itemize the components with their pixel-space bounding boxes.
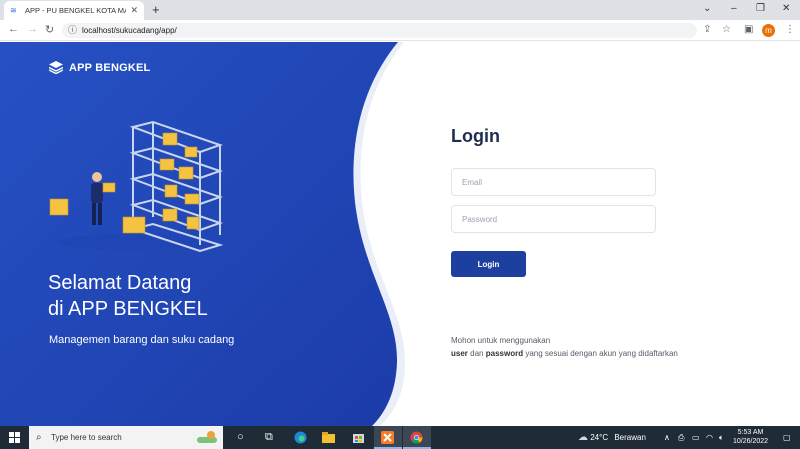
weather-desc: Berawan xyxy=(614,433,646,442)
browser-toolbar: ← → ↻ ⓘ localhost/sukucadang/app/ ⇪ ☆ ▣ … xyxy=(0,20,800,41)
cloud-icon: ☁ xyxy=(578,432,588,443)
login-page: APP BENGKEL Selamat Datang di APP BENGKE… xyxy=(0,42,800,426)
layers-icon xyxy=(49,61,63,74)
search-placeholder: Type here to search xyxy=(51,433,122,442)
note-and: dan xyxy=(470,349,484,358)
note-line-1: Mohon untuk menggunakan xyxy=(451,336,551,345)
restore-icon[interactable]: ❐ xyxy=(756,3,765,14)
note-rest: yang sesuai dengan akun yang didaftarkan xyxy=(525,349,678,358)
browser-tab[interactable]: ≋ APP - PU BENGKEL KOTA MAKASSAR ✕ xyxy=(4,1,144,20)
search-icon: ⌕ xyxy=(36,432,42,443)
new-tab-icon[interactable]: + xyxy=(152,2,160,17)
weather-widget[interactable]: ☁ 24°C Berawan xyxy=(578,426,646,449)
xampp-icon xyxy=(381,431,394,444)
store-icon[interactable] xyxy=(352,431,365,444)
login-title: Login xyxy=(451,126,500,146)
forward-icon[interactable]: → xyxy=(27,23,38,35)
close-tab-icon[interactable]: ✕ xyxy=(130,5,138,16)
brand-name: APP BENGKEL xyxy=(69,61,151,74)
battery-icon[interactable]: ▭ xyxy=(692,426,700,449)
url-text: localhost/sukucadang/app/ xyxy=(82,26,177,35)
search-highlight-icon xyxy=(197,431,217,443)
taskbar-search[interactable]: ⌕ Type here to search xyxy=(29,426,223,449)
password-field[interactable] xyxy=(451,205,656,233)
login-button[interactable]: Login xyxy=(451,251,526,277)
tray-chevron-icon[interactable]: ∧ xyxy=(664,426,670,449)
note-password: password xyxy=(485,349,524,358)
weather-temp: 24°C xyxy=(590,433,609,442)
reload-icon[interactable]: ↻ xyxy=(45,23,54,36)
welcome-line-2: di APP BENGKEL xyxy=(48,298,208,320)
note-user: user xyxy=(451,349,468,358)
windows-taskbar: ⌕ Type here to search ○ ⧉ ☁ 24°C Berawan… xyxy=(0,426,800,449)
browser-tab-strip: ≋ APP - PU BENGKEL KOTA MAKASSAR ✕ + ⌄ –… xyxy=(0,0,800,20)
address-bar[interactable]: ⓘ localhost/sukucadang/app/ xyxy=(62,23,697,38)
info-icon[interactable]: ⓘ xyxy=(68,23,77,38)
brand-logo: APP BENGKEL xyxy=(49,61,150,74)
close-window-icon[interactable]: ✕ xyxy=(782,3,790,14)
xampp-taskbar-item[interactable] xyxy=(374,426,402,449)
minimize-icon[interactable]: – xyxy=(731,3,737,14)
menu-icon[interactable]: ⋮ xyxy=(785,24,795,35)
tagline: Managemen barang dan suku cadang xyxy=(49,334,235,346)
clock-date: 10/26/2022 xyxy=(733,438,769,445)
email-field[interactable] xyxy=(451,168,656,196)
warehouse-illustration xyxy=(49,120,224,252)
back-icon[interactable]: ← xyxy=(8,23,19,35)
profile-avatar[interactable]: m xyxy=(762,24,775,37)
file-explorer-icon[interactable] xyxy=(322,431,335,444)
volume-icon[interactable]: 🔈︎ xyxy=(719,426,724,449)
layers-icon: ≋ xyxy=(10,5,17,15)
side-panel-icon[interactable]: ▣ xyxy=(744,24,753,35)
chevron-down-icon[interactable]: ⌄ xyxy=(703,3,711,14)
share-icon[interactable]: ⇪ xyxy=(703,24,711,35)
network-device-icon[interactable]: ⎙ xyxy=(678,426,684,449)
cortana-icon[interactable]: ○ xyxy=(237,431,250,444)
task-view-icon[interactable]: ⧉ xyxy=(265,431,278,444)
windows-start-icon[interactable] xyxy=(9,432,20,443)
note-line-2: user dan password yang sesuai dengan aku… xyxy=(451,347,678,360)
clock-time: 5:53 AM xyxy=(737,429,764,436)
welcome-line-1: Selamat Datang xyxy=(48,272,192,294)
welcome-heading: Selamat Datang di APP BENGKEL xyxy=(48,270,208,322)
star-icon[interactable]: ☆ xyxy=(722,24,731,35)
edge-icon[interactable] xyxy=(294,431,307,444)
wifi-icon[interactable]: ◠ xyxy=(706,426,713,449)
worker-figure xyxy=(91,172,116,225)
notifications-icon[interactable]: ▢ xyxy=(783,426,791,449)
login-note: Mohon untuk menggunakan user dan passwor… xyxy=(451,334,678,360)
system-clock[interactable]: 5:53 AM 10/26/2022 xyxy=(733,428,768,446)
chrome-icon xyxy=(410,431,423,444)
tab-title: APP - PU BENGKEL KOTA MAKASSAR xyxy=(25,6,126,15)
chrome-taskbar-item[interactable] xyxy=(403,426,431,449)
